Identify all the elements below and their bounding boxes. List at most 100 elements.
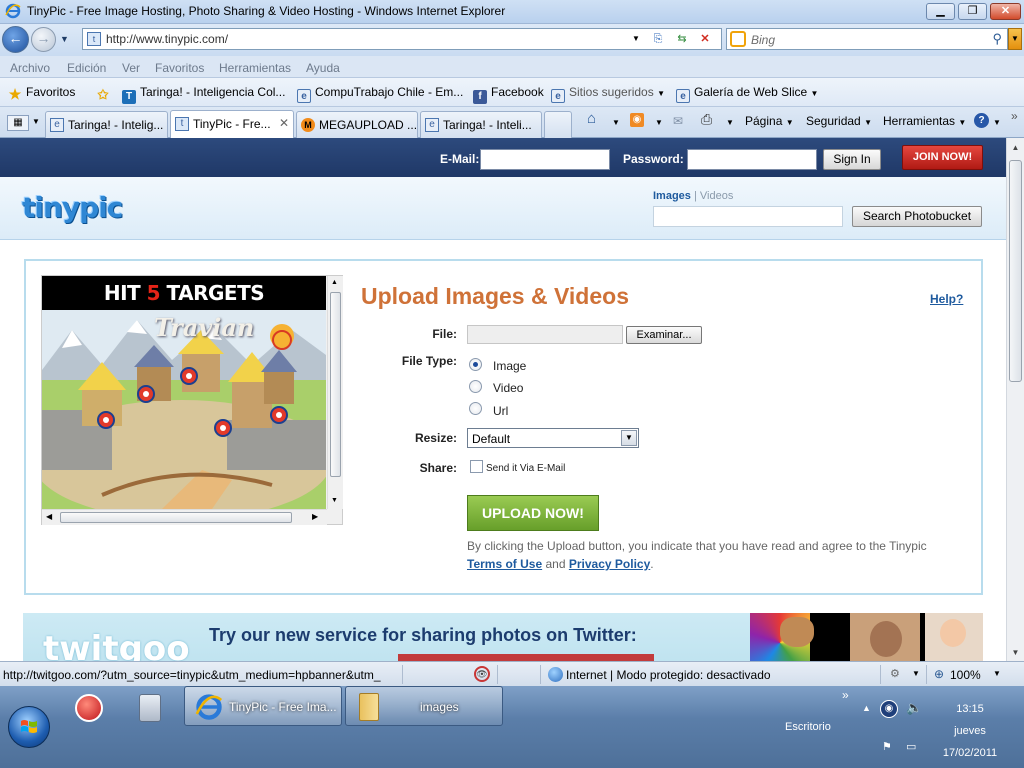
zoom-dropdown[interactable]: ▼ [993,669,1001,678]
twitgoo-banner[interactable]: twitgoo Try our new service for sharing … [23,613,983,661]
menu-favoritos[interactable]: Favoritos [155,61,204,75]
search-icon[interactable]: ⚲ [992,31,1002,47]
recent-pages-dropdown[interactable]: ▼ [60,34,69,44]
search-photobucket-button[interactable]: Search Photobucket [852,206,982,227]
maximize-button[interactable]: ❐ [958,3,987,20]
radio-image-label: Image [493,359,527,373]
menu-archivo[interactable]: Archivo [10,61,50,75]
ad-hscroll-thumb[interactable] [60,512,292,523]
password-field[interactable] [687,149,817,170]
help-icon[interactable]: ? [974,113,989,128]
menu-ayuda[interactable]: Ayuda [306,61,340,75]
address-input[interactable]: t http://www.tinypic.com/ ▼ ⎘ ⇆ ✕ [82,28,722,50]
home-dropdown[interactable]: ▼ [612,118,620,127]
privacy-policy-link[interactable]: Privacy Policy [569,557,650,571]
page-menu[interactable]: Página ▼ [745,114,794,128]
search-options-button[interactable]: ▼ [1008,28,1022,50]
menu-herramientas[interactable]: Herramientas [219,61,291,75]
tab-tinypic[interactable]: t TinyPic - Fre... ✕ [170,110,294,139]
tab-videos[interactable]: Videos [700,190,733,202]
ad-scroll-thumb[interactable] [330,292,341,477]
stop-icon[interactable]: ✕ [696,31,714,47]
tools-menu[interactable]: Herramientas ▼ [883,114,966,128]
print-icon[interactable]: ⎙ [701,111,712,128]
email-field[interactable] [480,149,610,170]
forward-button[interactable]: → [31,27,56,52]
travian-logo: Travian [154,313,255,342]
back-button[interactable]: ← [2,26,29,53]
compatibility-view-icon[interactable]: ⎘ [649,31,667,47]
browse-button[interactable]: Examinar... [626,326,702,344]
safety-menu[interactable]: Seguridad ▼ [806,114,872,128]
search-input[interactable]: Bing ⚲ [726,28,1008,50]
tab-taringa-2[interactable]: e Taringa! - Inteli... [420,111,542,138]
refresh-icon[interactable]: ⇆ [673,31,691,47]
new-tab-button[interactable] [544,111,572,138]
quick-tabs-icon[interactable]: ▦ [7,115,29,131]
home-icon[interactable]: ⌂ [587,110,596,127]
tab-taringa-1[interactable]: e Taringa! - Intelig... [45,111,168,138]
sign-in-button[interactable]: Sign In [823,149,881,170]
tab-list-dropdown[interactable]: ▼ [32,117,40,126]
radio-url[interactable] [469,402,482,415]
help-dropdown[interactable]: ▼ [993,118,1001,127]
menu-ver[interactable]: Ver [122,61,140,75]
rss-feed-icon[interactable]: ◉ [630,113,644,127]
tinypic-logo-text: tinypic [22,191,123,224]
print-dropdown[interactable]: ▼ [726,118,734,127]
tab-images[interactable]: Images [653,190,691,202]
upload-now-button[interactable]: UPLOAD NOW! [467,495,599,531]
show-hidden-icons[interactable]: ▲ [862,703,871,713]
close-window-button[interactable]: ✕ [990,3,1021,20]
minimize-button[interactable]: ▁ [926,3,955,20]
join-now-button[interactable]: JOIN NOW! [902,145,983,170]
network-icon[interactable]: ◉ [880,700,898,718]
feeds-dropdown[interactable]: ▼ [655,118,663,127]
terms-of-use-link[interactable]: Terms of Use [467,557,542,571]
share-email-checkbox[interactable] [470,460,483,473]
tab-megaupload[interactable]: M MEGAUPLOAD ... [296,111,418,138]
favorites-button[interactable]: ★ Favoritos [8,85,76,101]
help-link[interactable]: Help? [930,292,963,306]
taskbar-item-ie[interactable]: TinyPic - Free Ima... [184,686,342,726]
quick-launch-calculator[interactable] [133,690,167,726]
more-toolbars-icon[interactable]: » [842,688,849,702]
radio-video[interactable] [469,380,482,393]
fav-item-computrabajo[interactable]: e CompuTrabajo Chile - Em... [297,85,463,103]
protected-mode-icon[interactable]: ⚙ [890,667,900,680]
chevron-down-icon[interactable]: ▼ [912,669,920,678]
scroll-up-icon[interactable]: ▲ [1007,143,1024,152]
travian-ad[interactable]: HIT 5 TARGETS Travian [42,276,326,509]
photobucket-search-input[interactable] [653,206,843,227]
file-path-input[interactable] [467,325,623,344]
quick-launch-app[interactable] [72,690,106,726]
fav-item-facebook[interactable]: f Facebook [473,85,544,104]
add-to-favorites-bar-button[interactable]: ✩ [96,85,114,102]
page-vertical-scrollbar[interactable]: ▲ ▼ [1006,138,1024,661]
start-button[interactable] [8,706,50,748]
desktop-toolbar-label[interactable]: Escritorio [785,721,831,733]
tinypic-logo[interactable]: tinypic [22,191,123,224]
tab-close-icon[interactable]: ✕ [279,116,289,130]
scroll-down-icon[interactable]: ▼ [1007,648,1024,657]
taskbar-item-folder[interactable]: images [345,686,503,726]
fav-item-web-slice[interactable]: e Galería de Web Slice ▼ [676,85,818,103]
fav-item-taringa[interactable]: T Taringa! - Inteligencia Col... [122,85,285,104]
menu-edicion[interactable]: Edición [67,61,106,75]
page-scroll-thumb[interactable] [1009,160,1022,382]
security-zone-text[interactable]: Internet | Modo protegido: desactivado [566,668,771,682]
zoom-level[interactable]: 100% [950,668,981,682]
volume-icon[interactable]: 🔈 [906,700,922,716]
privacy-report-icon[interactable]: 👁 [474,666,490,682]
fav-item-suggested-sites[interactable]: e Sitios sugeridos ▼ [551,85,665,103]
action-center-icon[interactable]: ⚑ [882,740,892,753]
radio-image[interactable] [469,358,482,371]
more-commands-icon[interactable]: » [1011,109,1018,123]
system-clock[interactable]: 13:15 jueves 17/02/2011 [930,698,1010,764]
ad-horizontal-scrollbar[interactable]: ◀ ▶ [42,509,327,525]
power-icon[interactable]: ▭ [906,740,916,753]
address-dropdown-button[interactable]: ▼ [627,31,645,47]
read-mail-icon[interactable]: ✉ [673,114,683,128]
ad-vertical-scrollbar[interactable]: ▲ ▼ [327,276,343,509]
resize-select[interactable]: Default ▼ [467,428,639,448]
